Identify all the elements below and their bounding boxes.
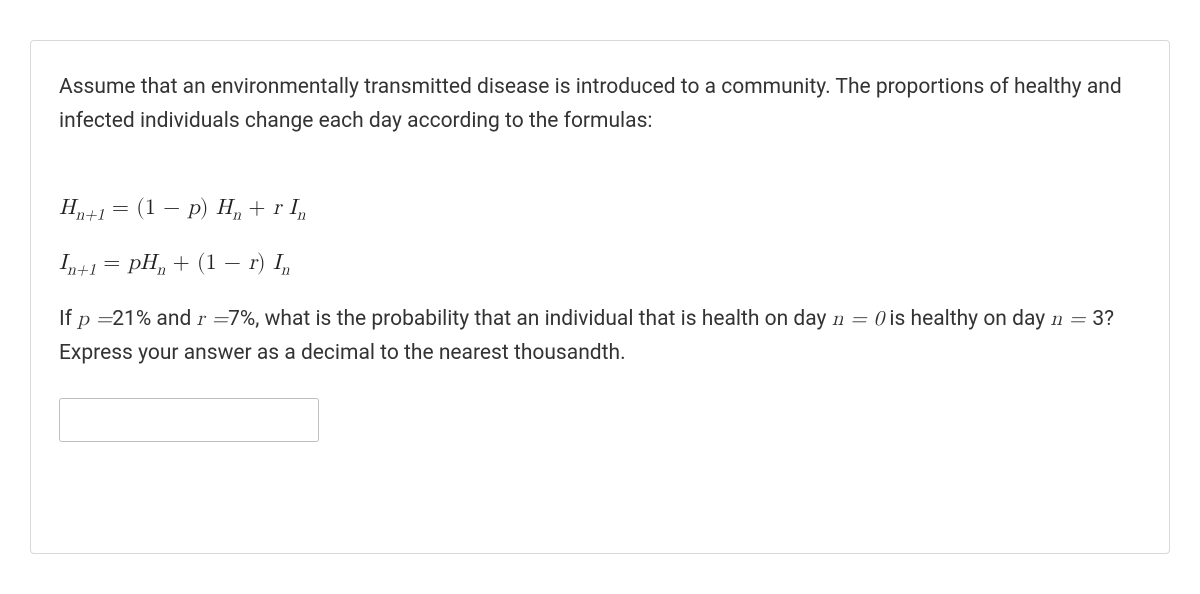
answer-input[interactable] xyxy=(59,398,319,442)
q-part2: is healthy on day xyxy=(884,307,1050,331)
q-eq1: = xyxy=(96,309,112,330)
question-card: Assume that an environmentally transmitt… xyxy=(30,40,1170,554)
formula2-open: (1 − xyxy=(197,252,248,274)
formula2-lhs-base: I xyxy=(59,252,67,274)
formula2-Isub: n xyxy=(281,262,290,278)
q-p-var: p xyxy=(77,309,96,330)
q-eq3: = 0 xyxy=(850,309,884,330)
formula1-open: (1 − xyxy=(136,197,187,219)
formula-block: Hn+1 = (1 − p) Hn + r In In+1 = pHn + (1… xyxy=(59,188,1141,285)
formula-2: In+1 = pHn + (1 − r) In xyxy=(59,243,1141,285)
formula1-plus: + xyxy=(241,197,273,219)
formula1-eq: = xyxy=(105,197,137,219)
formula2-close: ) xyxy=(257,252,273,274)
formula2-Hsub: n xyxy=(156,262,165,278)
question-paragraph: If p =21% and r =7%, what is the probabi… xyxy=(59,303,1141,370)
formula1-r: r xyxy=(273,197,289,219)
formula1-lhs-sub: n+1 xyxy=(76,208,105,224)
q-rval: 7%, what is the probability that an indi… xyxy=(228,307,832,331)
formula1-Hsub: n xyxy=(232,208,241,224)
q-eq4: = xyxy=(1069,309,1092,330)
formula1-H: H xyxy=(216,197,233,219)
formula-1: Hn+1 = (1 − p) Hn + r In xyxy=(59,188,1141,230)
intro-paragraph: Assume that an environmentally transmitt… xyxy=(59,71,1141,138)
formula2-r: r xyxy=(248,252,257,274)
formula2-lhs-sub: n+1 xyxy=(67,262,96,278)
q-pval: 21% and xyxy=(112,307,196,331)
q-n2: n xyxy=(1050,309,1069,330)
formula2-eq: = xyxy=(96,252,128,274)
formula1-I: I xyxy=(289,197,297,219)
formula1-lhs-base: H xyxy=(59,197,76,219)
formula2-p: p xyxy=(128,252,140,274)
q-eq2: = xyxy=(212,309,228,330)
formula1-Isub: n xyxy=(297,208,306,224)
formula1-close: ) xyxy=(200,197,216,219)
q-n1: n xyxy=(832,309,851,330)
formula2-plus: + xyxy=(165,252,197,274)
q-r-var: r xyxy=(197,309,212,330)
formula1-p: p xyxy=(188,197,200,219)
formula2-H: H xyxy=(140,252,157,274)
q-part1: If xyxy=(59,307,77,331)
formula2-I: I xyxy=(273,252,281,274)
